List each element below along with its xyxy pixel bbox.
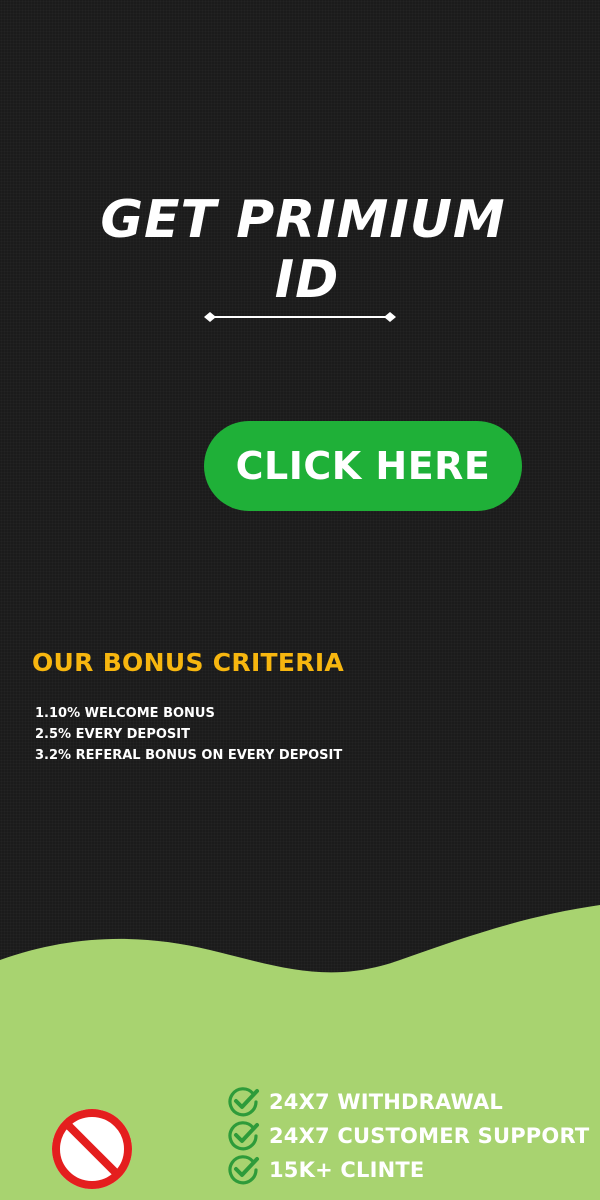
no-entry-icon [52,1109,132,1189]
check-circle-icon [228,1121,259,1151]
feature-list: 24X7 WITHDRAWAL 24X7 CUSTOMER SUPPORT 15… [226,1085,589,1187]
diamond-divider-icon [204,312,396,322]
feature-item: 24X7 WITHDRAWAL [226,1085,589,1119]
bonus-item: 2.5% EVERY DEPOSIT [35,727,190,742]
feature-label: 24X7 WITHDRAWAL [269,1090,503,1114]
click-here-button[interactable]: CLICK HERE [204,421,522,511]
bonus-criteria-title: OUR BONUS CRITERIA [32,648,345,677]
feature-label: 15K+ CLINTE [269,1158,425,1182]
page-title: GET PRIMIUM ID [0,190,600,310]
check-circle-icon [228,1087,259,1117]
title-line-2: ID [274,250,340,310]
title-line-1: GET PRIMIUM [100,190,506,250]
bonus-criteria-list: 1.10% WELCOME BONUS 2.5% EVERY DEPOSIT 3… [35,703,342,766]
feature-item: 15K+ CLINTE [226,1153,589,1187]
feature-label: 24X7 CUSTOMER SUPPORT [269,1124,590,1148]
feature-item: 24X7 CUSTOMER SUPPORT [226,1119,589,1153]
promo-page: GET PRIMIUM ID CLICK HERE OUR BONUS CRIT… [0,0,600,1200]
bonus-item: 1.10% WELCOME BONUS [35,706,215,721]
check-circle-icon [228,1155,259,1185]
bonus-item: 3.2% REFERAL BONUS ON EVERY DEPOSIT [35,748,343,763]
